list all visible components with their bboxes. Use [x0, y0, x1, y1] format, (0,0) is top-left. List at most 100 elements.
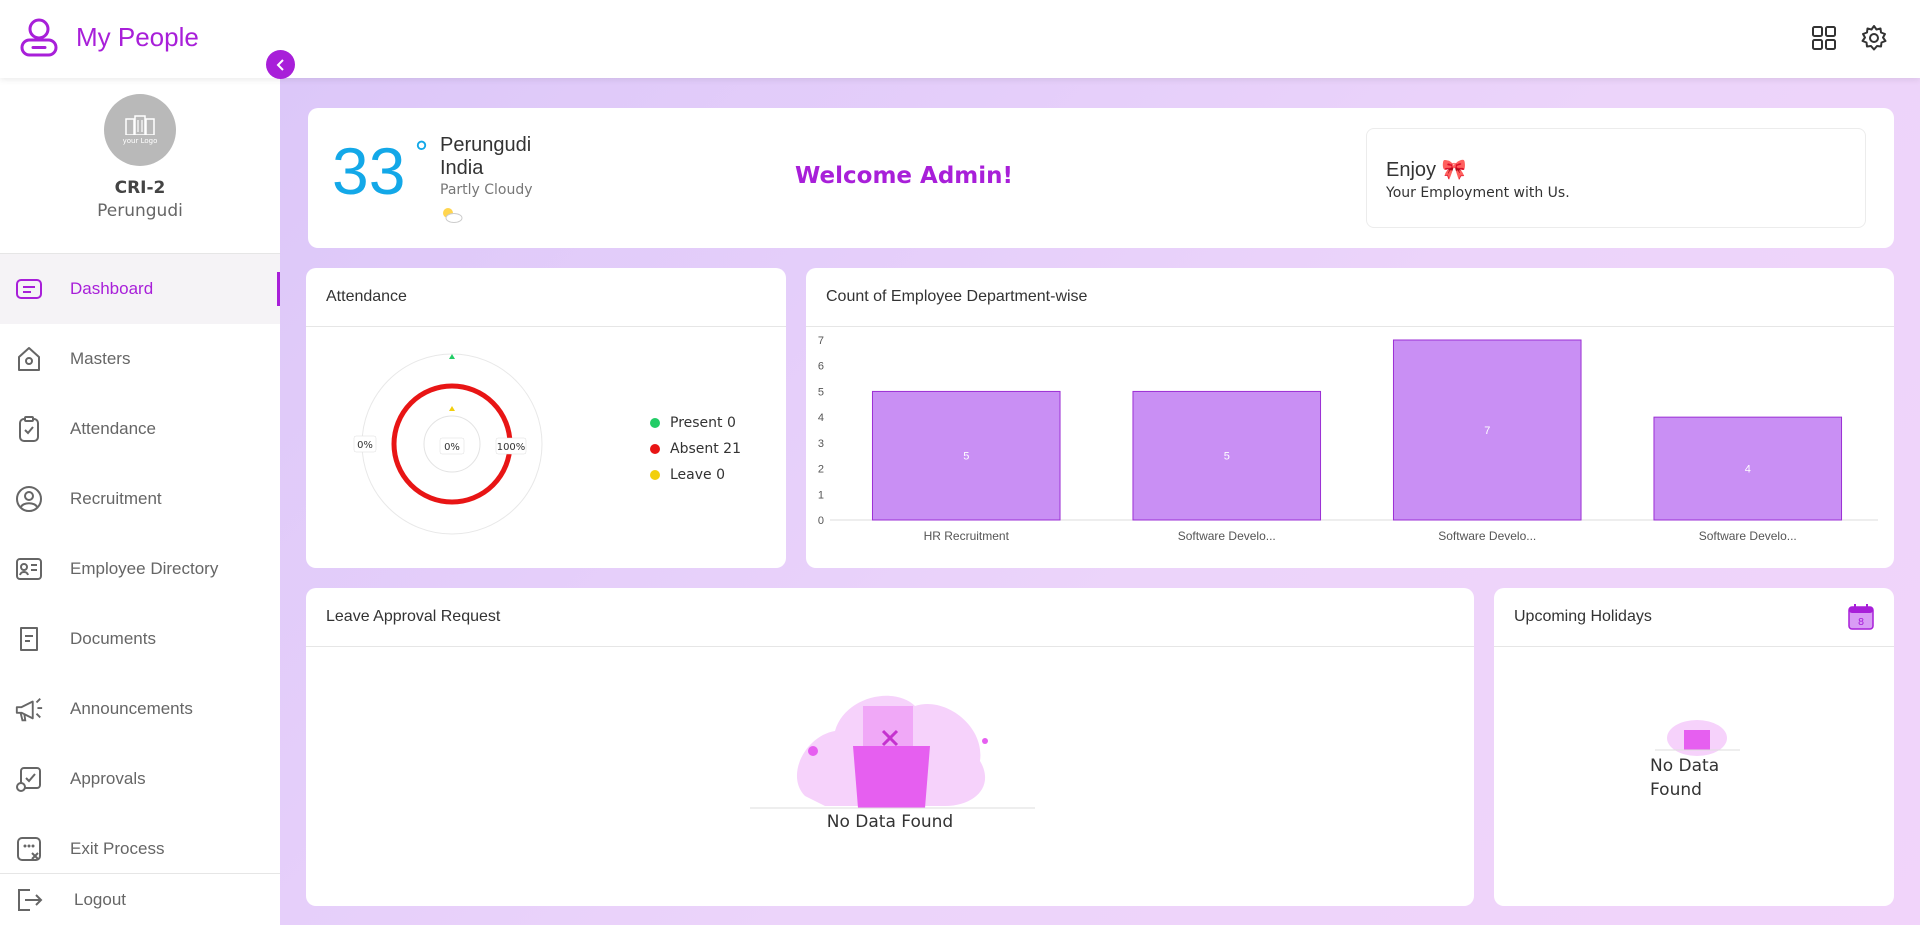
bar-value-label: 5: [963, 451, 969, 463]
sidebar-item-approvals[interactable]: Approvals: [0, 744, 280, 814]
grid-icon[interactable]: [1810, 24, 1838, 52]
org-logo: your Logo: [104, 94, 176, 166]
attendance-title: Attendance: [326, 288, 407, 305]
document-icon: [14, 624, 44, 654]
y-tick-label: 6: [818, 361, 824, 373]
sidebar-item-label: Masters: [70, 349, 131, 368]
sidebar-item-label: Employee Directory: [70, 559, 219, 578]
leave-title: Leave Approval Request: [326, 608, 501, 625]
clipboard-icon: [14, 414, 44, 444]
attendance-gauge: 0% 0% 100%: [353, 353, 543, 535]
temperature: 33: [332, 134, 406, 208]
enjoy-subtitle: Your Employment with Us.: [1386, 185, 1570, 201]
leave-approval-card: Leave Approval Request No Data Found: [306, 588, 1474, 906]
home-icon: [14, 344, 44, 374]
gauge-label-center: 0%: [444, 442, 460, 453]
attendance-card: Attendance 0% 0% 100% Present 0 Absent 2…: [306, 268, 786, 568]
legend-present: Present 0: [650, 410, 741, 436]
gauge-label-right: 100%: [497, 442, 526, 453]
legend-dot-absent: [650, 444, 660, 454]
dashboard-icon: [14, 274, 44, 304]
degree-symbol: °: [414, 136, 429, 171]
sidebar-item-announcements[interactable]: Announcements: [0, 674, 280, 744]
gear-icon[interactable]: [1860, 24, 1888, 52]
calendar-icon[interactable]: 8: [1848, 604, 1874, 634]
enjoy-title: Enjoy 🎀: [1386, 159, 1467, 181]
y-tick-label: 4: [818, 412, 824, 424]
enjoy-box: Enjoy 🎀 Your Employment with Us.: [1366, 128, 1866, 228]
department-chart-card: Count of Employee Department-wise 0 1 2 3 4 5…: [806, 268, 1894, 568]
chevron-left-icon: [276, 58, 284, 71]
gauge-label-left: 0%: [357, 440, 373, 451]
logout-button[interactable]: Logout: [0, 873, 280, 925]
x-tick-label: HR Recruitment: [924, 529, 1010, 543]
divider: [306, 646, 1474, 647]
legend-label: Absent 21: [670, 441, 741, 457]
weather-city: Perungudi: [440, 134, 532, 156]
welcome-message: Welcome Admin!: [794, 163, 1014, 189]
weather-location: Perungudi India: [440, 134, 531, 180]
bar-value-label: 4: [1745, 464, 1751, 476]
id-card-icon: [14, 554, 44, 584]
building-icon: [125, 115, 155, 135]
empty-gift-illustration: [1655, 720, 1740, 756]
sidebar-item-label: Dashboard: [70, 279, 154, 298]
main-content: 33 ° Perungudi India Partly Cloudy Welco…: [280, 78, 1920, 925]
brand[interactable]: My People: [18, 16, 199, 58]
sidebar-item-documents[interactable]: Documents: [0, 604, 280, 674]
sidebar-item-label: Recruitment: [70, 489, 162, 508]
divider: [806, 326, 1894, 327]
bar-value-label: 5: [1224, 451, 1230, 463]
sidebar-item-masters[interactable]: Masters: [0, 324, 280, 394]
y-tick-label: 2: [818, 464, 824, 476]
sidebar-item-label: Announcements: [70, 699, 193, 718]
leave-empty-text: No Data Found: [826, 812, 954, 832]
sidebar: your Logo CRI-2 Perungudi Dashboard Mast…: [0, 78, 280, 925]
holidays-title: Upcoming Holidays: [1514, 608, 1652, 625]
sidebar-item-recruitment[interactable]: Recruitment: [0, 464, 280, 534]
empty-folder-illustration: [750, 695, 1035, 809]
chart-title: Count of Employee Department-wise: [826, 288, 1088, 305]
org-profile: your Logo CRI-2 Perungudi: [0, 94, 280, 254]
y-tick-label: 7: [818, 335, 824, 347]
app-title: My People: [76, 21, 199, 52]
divider: [306, 326, 786, 327]
sidebar-item-label: Documents: [70, 629, 156, 648]
logo-text: your Logo: [122, 137, 158, 145]
logout-label: Logout: [74, 889, 126, 909]
logout-icon: [14, 885, 44, 915]
y-tick-label: 0: [818, 515, 824, 527]
user-logo-icon: [20, 18, 58, 57]
user-circle-icon: [14, 484, 44, 514]
weather-country: India: [440, 157, 484, 179]
department-bar-chart: 0 1 2 3 4 5 6 7 5 HR Recruitment 5 Software Develo.…: [818, 335, 1878, 543]
approval-icon: [14, 764, 44, 794]
bar-value-label: 7: [1484, 425, 1490, 437]
x-tick-label: Software Develo...: [1699, 529, 1797, 543]
calendar-day: 8: [1858, 617, 1864, 628]
sidebar-collapse-button[interactable]: [266, 50, 295, 79]
upcoming-holidays-card: Upcoming Holidays 8 No Data Found: [1494, 588, 1894, 906]
legend-label: Present 0: [670, 415, 736, 431]
x-tick-label: Software Develo...: [1178, 529, 1276, 543]
x-tick-label: Software Develo...: [1438, 529, 1536, 543]
holidays-empty-text: No Data Found: [1650, 756, 1720, 800]
attendance-legend: Present 0 Absent 21 Leave 0: [650, 410, 741, 488]
sidebar-item-label: Attendance: [70, 419, 157, 438]
y-tick-label: 1: [818, 489, 824, 501]
sidebar-item-attendance[interactable]: Attendance: [0, 394, 280, 464]
org-name: CRI-2: [114, 178, 166, 198]
sidebar-nav: Dashboard Masters Attendance Recruitment…: [0, 254, 280, 884]
legend-leave: Leave 0: [650, 462, 741, 488]
weather-condition: Partly Cloudy: [440, 182, 533, 198]
sidebar-item-employee-directory[interactable]: Employee Directory: [0, 534, 280, 604]
divider: [1494, 646, 1894, 647]
y-tick-label: 5: [818, 386, 824, 398]
sidebar-item-dashboard[interactable]: Dashboard: [0, 254, 280, 324]
welcome-card: 33 ° Perungudi India Partly Cloudy Welco…: [308, 108, 1894, 248]
org-location: Perungudi: [97, 201, 183, 221]
exit-icon: [14, 834, 44, 864]
legend-dot-present: [650, 418, 660, 428]
legend-label: Leave 0: [670, 467, 726, 483]
y-tick-label: 3: [818, 438, 824, 450]
